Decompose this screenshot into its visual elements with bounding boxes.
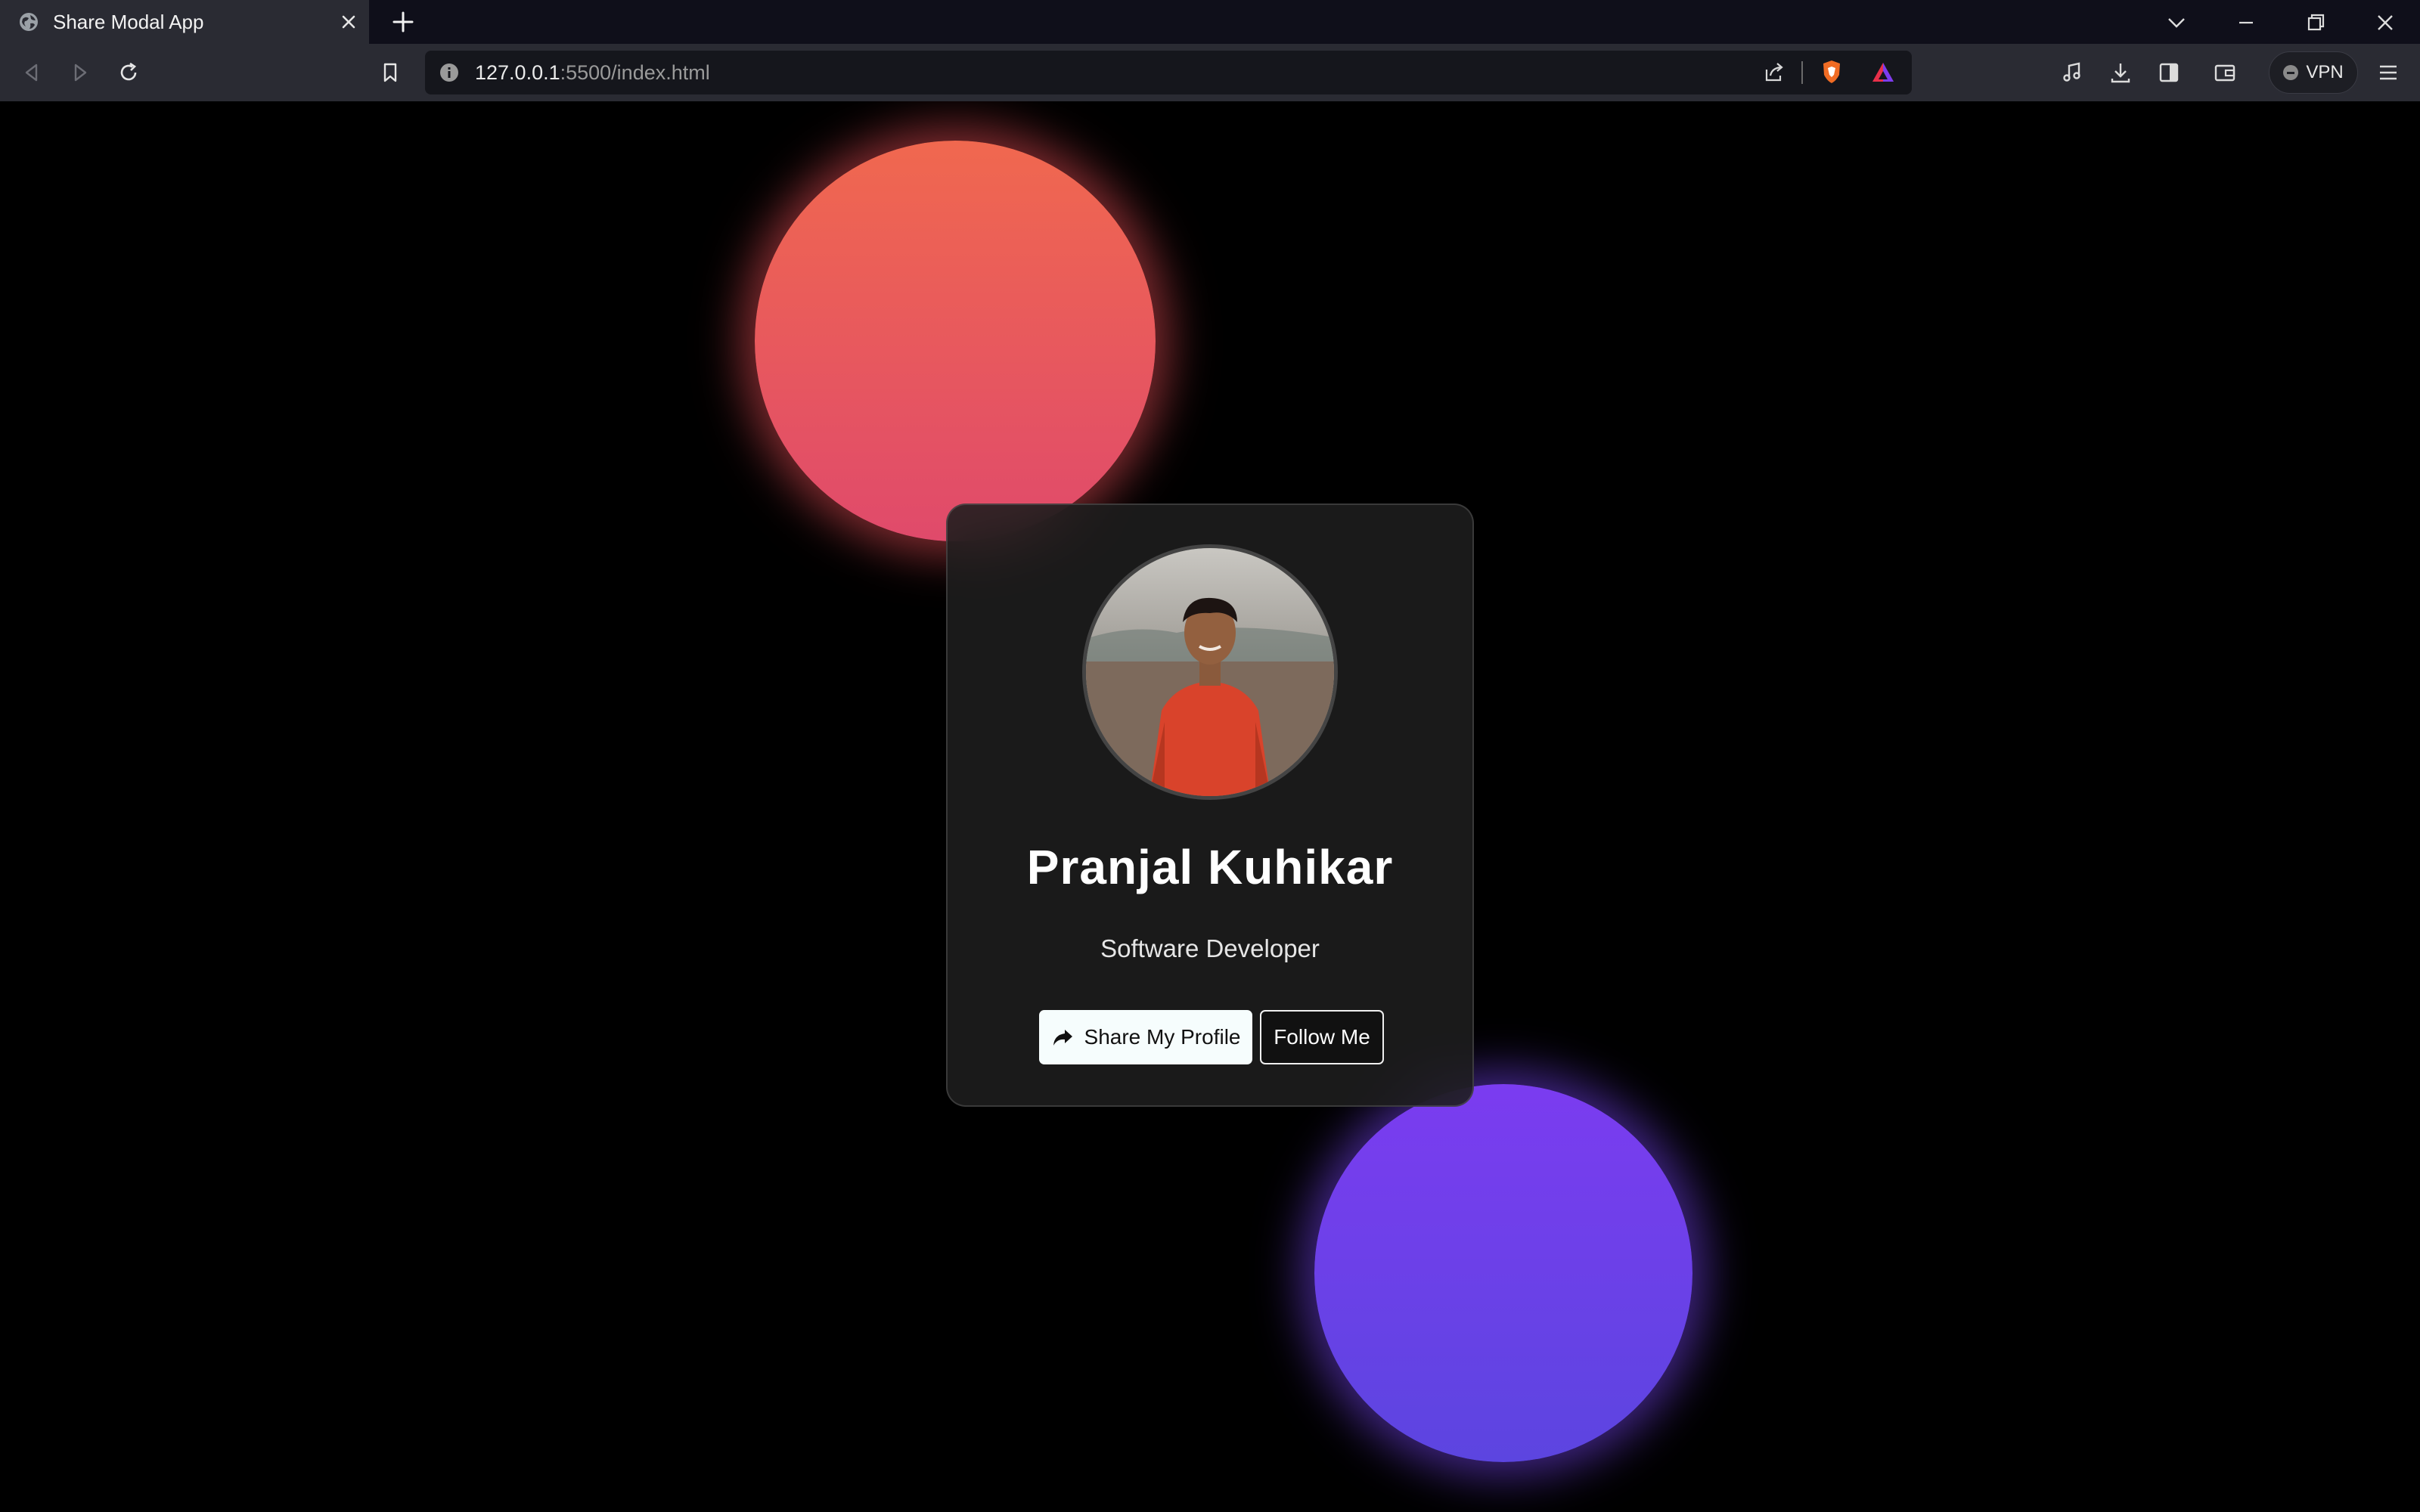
- vpn-label: VPN: [2306, 62, 2344, 82]
- forward-icon[interactable]: [67, 59, 94, 86]
- brave-rewards-icon[interactable]: [1869, 59, 1897, 86]
- minimize-icon[interactable]: [2231, 8, 2261, 38]
- sidebar-icon[interactable]: [2155, 59, 2183, 86]
- url-host: 127.0.0.1: [475, 61, 560, 84]
- decorative-orb-purple: [1314, 1084, 1692, 1462]
- url-text[interactable]: 127.0.0.1:5500/index.html: [475, 61, 710, 85]
- globe-icon: [20, 13, 38, 31]
- back-icon[interactable]: [18, 59, 45, 86]
- profile-name: Pranjal Kuhikar: [1026, 840, 1394, 894]
- browser-tab-strip: Share Modal App: [0, 0, 2420, 44]
- window-close-icon[interactable]: [2370, 8, 2400, 38]
- share-profile-button[interactable]: Share My Profile: [1039, 1010, 1252, 1064]
- url-divider: [1801, 61, 1803, 84]
- music-icon[interactable]: [2059, 59, 2086, 86]
- reload-icon[interactable]: [115, 59, 142, 86]
- menu-icon[interactable]: [2375, 59, 2402, 86]
- browser-toolbar: 127.0.0.1:5500/index.html VPN: [0, 44, 2420, 101]
- brave-shields-icon[interactable]: [1818, 58, 1845, 85]
- avatar: [1082, 544, 1338, 800]
- share-profile-label: Share My Profile: [1084, 1025, 1241, 1049]
- profile-card: Pranjal Kuhikar Software Developer Share…: [946, 503, 1474, 1107]
- browser-tab-active[interactable]: Share Modal App: [0, 0, 369, 44]
- download-icon[interactable]: [2107, 59, 2134, 86]
- page-viewport: Pranjal Kuhikar Software Developer Share…: [0, 101, 2420, 1512]
- close-icon[interactable]: [337, 11, 360, 33]
- follow-me-button[interactable]: Follow Me: [1260, 1010, 1384, 1064]
- share-arrow-icon: [1053, 1030, 1072, 1046]
- profile-role: Software Developer: [1100, 934, 1320, 962]
- vpn-button[interactable]: VPN: [2269, 51, 2358, 94]
- decorative-orb-red: [755, 141, 1156, 541]
- wallet-icon[interactable]: [2211, 59, 2238, 86]
- url-path: :5500/index.html: [560, 61, 710, 84]
- plus-icon[interactable]: [390, 9, 416, 35]
- address-bar[interactable]: 127.0.0.1:5500/index.html: [425, 51, 1912, 94]
- follow-me-label: Follow Me: [1274, 1025, 1370, 1049]
- info-icon[interactable]: [436, 59, 463, 86]
- chevron-down-icon[interactable]: [2161, 8, 2192, 38]
- restore-icon[interactable]: [2301, 8, 2331, 38]
- profile-photo: [1086, 548, 1334, 796]
- share-icon[interactable]: [1761, 59, 1788, 86]
- tab-title: Share Modal App: [53, 11, 204, 33]
- bookmark-icon[interactable]: [377, 59, 404, 86]
- vpn-status-icon: [2283, 65, 2299, 80]
